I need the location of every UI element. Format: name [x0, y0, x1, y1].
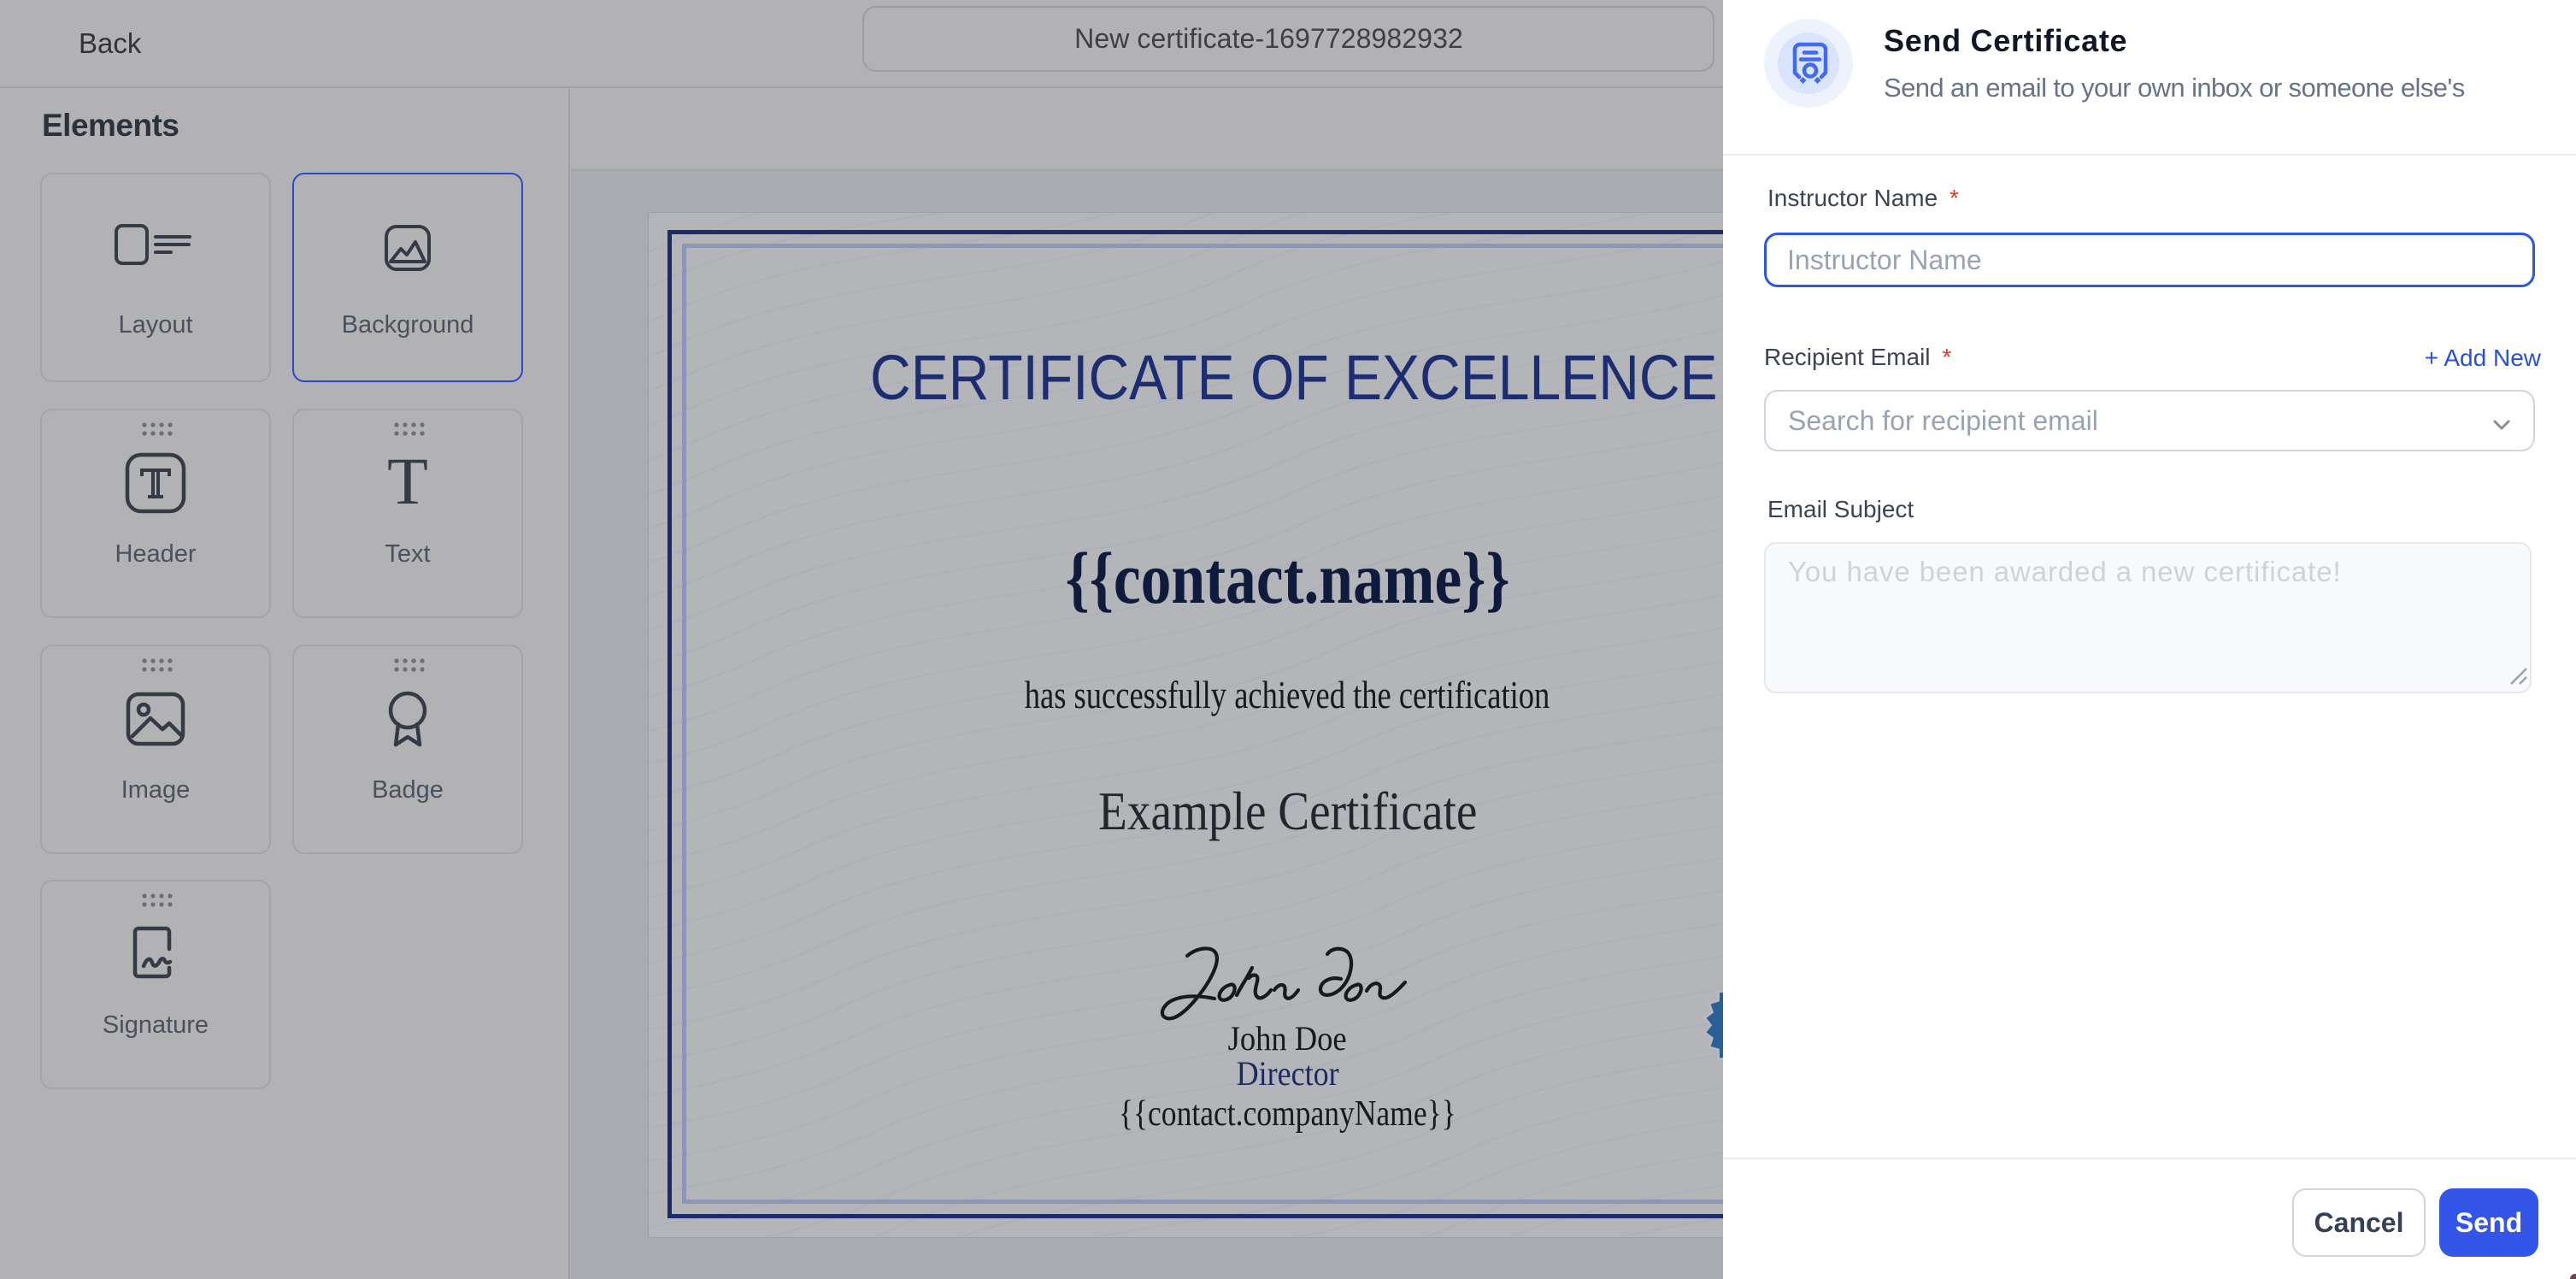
svg-text:T: T	[387, 452, 428, 514]
